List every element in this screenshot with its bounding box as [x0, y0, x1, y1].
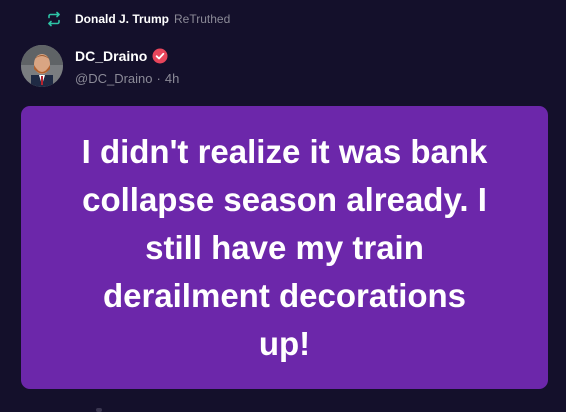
verified-badge-icon: [152, 48, 168, 64]
action-bar-hint: [96, 408, 102, 412]
post-card[interactable]: I didn't realize it was bank collapse se…: [21, 106, 548, 389]
retruth-header: Donald J. Trump ReTruthed: [45, 9, 230, 29]
author-block: DC_Draino @DC_Draino · 4h: [75, 47, 179, 86]
retruth-icon: [45, 10, 63, 28]
author-meta: @DC_Draino · 4h: [75, 71, 179, 86]
post-text: I didn't realize it was bank collapse se…: [81, 132, 488, 362]
retruth-label: ReTruthed: [174, 12, 231, 26]
author-handle[interactable]: @DC_Draino: [75, 71, 153, 86]
post-time[interactable]: 4h: [165, 71, 179, 86]
name-row: DC_Draino: [75, 47, 179, 65]
retruth-user-name[interactable]: Donald J. Trump: [75, 12, 169, 26]
avatar[interactable]: [21, 45, 63, 87]
meta-separator: ·: [156, 71, 161, 86]
author-display-name[interactable]: DC_Draino: [75, 48, 147, 64]
